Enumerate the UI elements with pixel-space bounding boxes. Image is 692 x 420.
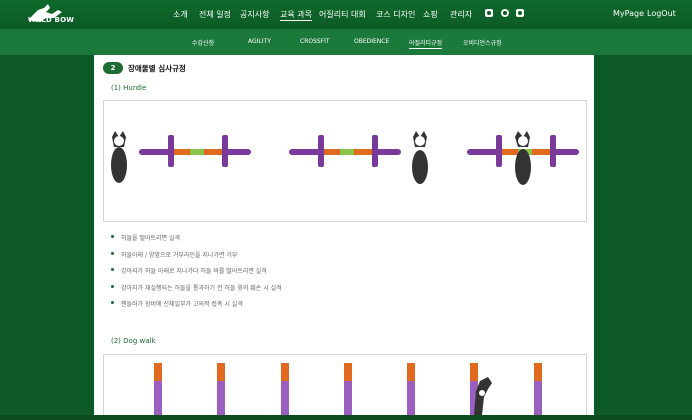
dog-icon-2 bbox=[412, 131, 428, 184]
youtube-icon[interactable] bbox=[485, 9, 493, 17]
subnav-item-agility-rules[interactable]: 어질리티규정 bbox=[409, 38, 442, 47]
dogwalk-subtitle: (2) Dog walk bbox=[111, 337, 156, 345]
rule-item: 허들을 떨어트리면 실격 bbox=[111, 233, 282, 250]
dogwalk-plank-5 bbox=[407, 363, 415, 415]
dogwalk-plank-3 bbox=[281, 363, 289, 415]
hurdle-diagram bbox=[103, 100, 587, 222]
subnav-item-obedience-rules[interactable]: 오비디언스규정 bbox=[463, 38, 502, 47]
dogwalk-plank-2 bbox=[217, 363, 225, 415]
dog-icon-3 bbox=[515, 131, 531, 185]
sub-navigation-bar: 수강신청 AGILITY CROSSFIT OBEDIENCE 어질리티규정 오… bbox=[0, 29, 692, 55]
hurdle-subtitle: (1) Hurdle bbox=[111, 84, 147, 92]
dog-icon-1 bbox=[111, 131, 127, 183]
subnav-item-obedience[interactable]: OBEDIENCE bbox=[354, 38, 389, 45]
hurdle-rules-list: 허들을 떨어트리면 실격 허들아래 / 양옆으로 거부라인을 지나가면 거부 강… bbox=[111, 233, 282, 316]
nav-item-course-design[interactable]: 코스 디자인 bbox=[376, 9, 415, 20]
main-content: 2 장애물별 심사규정 (1) Hurdle 허들을 떨어트리면 실격 허들아래… bbox=[94, 55, 594, 415]
section-title: 장애물별 심사규정 bbox=[128, 64, 186, 73]
instagram-icon[interactable] bbox=[516, 9, 524, 17]
nav-item-schedule[interactable]: 전체 일정 bbox=[199, 9, 231, 20]
mypage-link[interactable]: MyPage bbox=[613, 9, 644, 18]
nav-item-notice[interactable]: 공지사항 bbox=[240, 9, 269, 20]
dogwalk-plank-1 bbox=[154, 363, 162, 415]
chat-icon[interactable] bbox=[501, 9, 509, 17]
subnav-item-register[interactable]: 수강신청 bbox=[192, 38, 214, 47]
dogwalk-illustrations bbox=[154, 363, 542, 415]
subnav-item-agility[interactable]: AGILITY bbox=[248, 38, 271, 45]
top-navigation-bar: WALD BOW 소개 전체 일정 공지사항 교육 과목 어질리티 대회 코스 … bbox=[0, 0, 692, 29]
hurdle-illustrations bbox=[111, 131, 579, 185]
dogwalk-diagram bbox=[103, 354, 587, 415]
subnav-item-crossfit[interactable]: CROSSFIT bbox=[300, 38, 330, 45]
dogwalk-plank-4 bbox=[344, 363, 352, 415]
nav-item-admin[interactable]: 관리자 bbox=[450, 9, 472, 20]
rule-item: 허들아래 / 양옆으로 거부라인을 지나가면 거부 bbox=[111, 250, 282, 267]
nav-item-shop[interactable]: 쇼핑 bbox=[423, 9, 438, 20]
section-number-badge: 2 bbox=[103, 62, 123, 74]
hurdle-panel-2 bbox=[289, 131, 428, 184]
nav-item-education[interactable]: 교육 과목 bbox=[280, 9, 312, 20]
hurdle-panel-3 bbox=[467, 131, 579, 185]
logo-text: WALD BOW bbox=[28, 16, 75, 24]
nav-item-competition[interactable]: 어질리티 대회 bbox=[319, 9, 366, 20]
nav-item-about[interactable]: 소개 bbox=[173, 9, 188, 20]
footer-strip bbox=[0, 415, 692, 420]
hurdle-panel-1 bbox=[111, 131, 251, 183]
rule-item: 강아지가 허들 아래로 지나가다 허들 바를 떨어트리면 실격 bbox=[111, 266, 282, 283]
logout-link[interactable]: LogOut bbox=[647, 9, 676, 18]
rule-item: 강아지가 재실행되는 허들을 통과하기 전 허들 윙의 훼손 시 실격 bbox=[111, 283, 282, 300]
dogwalk-plank-7 bbox=[534, 363, 542, 415]
rule-item: 핸들러가 장비에 신체일부가 고의적 접촉 시 실격 bbox=[111, 299, 282, 316]
